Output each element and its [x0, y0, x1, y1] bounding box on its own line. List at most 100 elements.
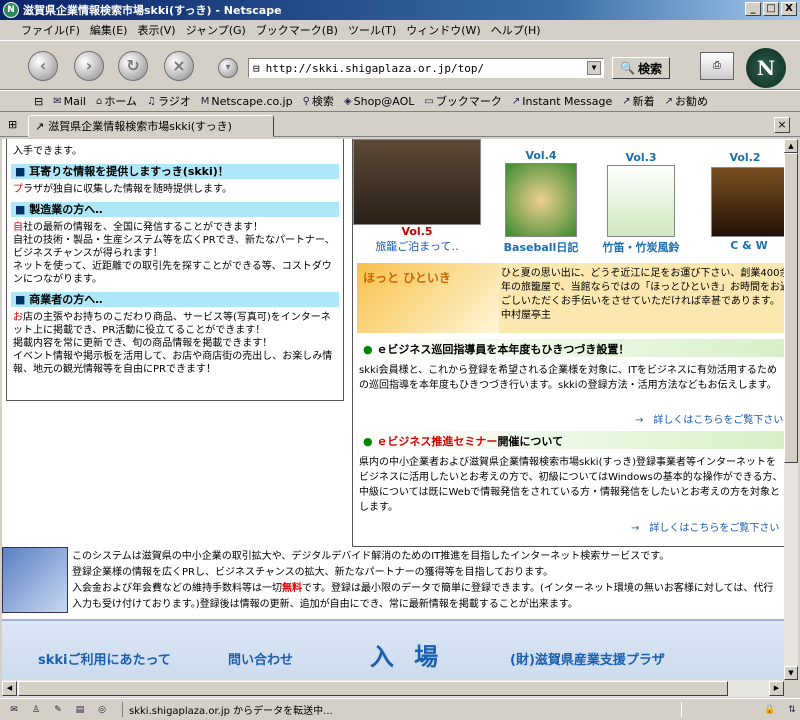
bookmark-radio[interactable]: ♫ ラジオ [142, 93, 196, 109]
more-link[interactable]: → 詳しくはこちらをご覧下さい [631, 519, 779, 534]
enter-button[interactable]: 入 場 [342, 639, 472, 677]
description-line: このシステムは滋賀県の中小企業の取引拡大や、デジタルデバイド解消のためのIT推進… [72, 551, 670, 562]
menu-help[interactable]: ヘルプ(H) [486, 22, 546, 38]
netscape-logo[interactable]: N [746, 48, 786, 88]
bookmark-netscape[interactable]: M Netscape.co.jp [196, 95, 298, 108]
online-icon[interactable]: ◎ [94, 703, 110, 717]
news-heading: ● ｅビジネス巡回指導員を本年度もひきつづき設置！ [357, 339, 784, 357]
bookmark-label: ホーム [104, 95, 137, 108]
contact-link[interactable]: 問い合わせ [228, 649, 293, 668]
print-icon[interactable]: ⎙ [700, 52, 734, 80]
magnifier-icon: 🔍 [620, 61, 635, 75]
mail-icon[interactable]: ✉ [6, 703, 22, 717]
home-icon: ⌂ [95, 95, 103, 107]
scroll-thumb[interactable] [784, 153, 798, 463]
baseball-photo[interactable] [505, 163, 577, 237]
my-icon: M [200, 95, 210, 107]
maximize-button[interactable]: □ [763, 2, 779, 16]
bookmark-label: お勧め [675, 95, 709, 108]
vol-number: Vol.5 [401, 225, 433, 238]
tab-active[interactable]: ↗ 滋賀県企業情報検索市場skki(すっき) [28, 115, 274, 137]
history-dropdown-icon[interactable]: ▾ [218, 58, 238, 78]
search-button[interactable]: 🔍 検索 [612, 57, 670, 79]
vol4-caption[interactable]: Baseball日記 [493, 239, 589, 255]
security-lock-icon[interactable]: 🔒 [762, 703, 778, 717]
menu-file[interactable]: ファイル(F) [16, 22, 85, 38]
lead-char: プ [13, 184, 23, 195]
country-western-photo[interactable] [711, 167, 784, 237]
vol4-label[interactable]: Vol.4 [501, 149, 581, 162]
title-bar: N 滋賀県企業情報検索市場skki(すっき) - Netscape _ □ X [0, 0, 800, 20]
menu-window[interactable]: ウィンドウ(W) [401, 22, 485, 38]
minimize-button[interactable]: _ [745, 2, 761, 16]
tab-title: 滋賀県企業情報検索市場skki(すっき) [48, 120, 232, 133]
menu-edit[interactable]: 編集(E) [85, 22, 133, 38]
bookmark-label: 検索 [311, 95, 334, 108]
section-text: 自社の最新の情報を、全国に発信することができます！ 自社の技術・製品・生産システ… [13, 221, 337, 286]
vol2-label[interactable]: Vol.2 [705, 151, 784, 164]
connection-icon: ⇅ [788, 704, 796, 715]
forward-icon[interactable]: › [74, 51, 104, 81]
stop-icon[interactable]: × [164, 51, 194, 81]
reload-icon[interactable]: ↻ [118, 51, 148, 81]
usage-link[interactable]: skkiご利用にあたって [38, 649, 171, 668]
scroll-left-icon[interactable]: ◀ [2, 681, 17, 696]
lead-char: お [13, 312, 23, 323]
vol3-caption[interactable]: 竹笛・竹炭風鈴 [591, 239, 691, 255]
toolbar-grip-icon[interactable]: ⊟ [0, 95, 48, 108]
back-icon[interactable]: ‹ [28, 51, 58, 81]
url-field[interactable]: ⊟ http://skki.shigaplaza.or.jp/top/ ▼ [248, 58, 604, 78]
scroll-down-icon[interactable]: ▼ [784, 666, 798, 680]
vol3-label[interactable]: Vol.3 [601, 151, 681, 164]
menu-view[interactable]: 表示(V) [132, 22, 180, 38]
window-title: 滋賀県企業情報検索市場skki(すっき) - Netscape [23, 4, 282, 17]
bookmark-mail[interactable]: ✉ Mail [48, 95, 91, 108]
menu-go[interactable]: ジャンプ(G) [181, 22, 251, 38]
link-icon: ↗ [511, 95, 521, 107]
more-link[interactable]: → 詳しくはこちらをご覧下さい [635, 411, 783, 426]
folder-icon: ▭ [424, 95, 434, 107]
site-description: このシステムは滋賀県の中小企業の取引拡大や、デジタルデバイド解消のためのIT推進… [2, 547, 784, 617]
vertical-scrollbar[interactable]: ▲ ▼ [784, 139, 798, 680]
url-dropdown-icon[interactable]: ▼ [587, 61, 601, 75]
section-title: 商業者の方へ‥ [29, 293, 103, 306]
link-icon: ↗ [622, 95, 631, 107]
bookmark-search[interactable]: ⚲ 検索 [298, 93, 339, 109]
horizontal-scrollbar[interactable]: ◀ ▶ [2, 680, 784, 697]
vol2-caption[interactable]: C & W [713, 239, 784, 252]
bookmark-recommend[interactable]: ↗ お勧め [660, 93, 713, 109]
bookmark-label: ブックマーク [435, 95, 502, 108]
org-link[interactable]: (財)滋賀県産業支援プラザ [510, 649, 665, 668]
vol-caption: 旅籠ご泊まって‥ [375, 240, 459, 253]
bookmark-im[interactable]: ↗ Instant Message [507, 95, 617, 108]
bookmark-shop[interactable]: ◈ Shop@AOL [339, 95, 420, 108]
vol5-label[interactable]: Vol.5 旅籠ご泊まって‥ [353, 225, 481, 254]
aim-icon[interactable]: ♙ [28, 703, 44, 717]
scroll-thumb[interactable] [18, 681, 728, 696]
menu-bookmarks[interactable]: ブックマーク(B) [251, 22, 343, 38]
hotto-logo: ほっと ひといき [357, 263, 499, 333]
close-button[interactable]: X [781, 2, 797, 16]
menu-tools[interactable]: ツール(T) [343, 22, 401, 38]
inn-photo[interactable] [353, 139, 481, 225]
composer-icon[interactable]: ✎ [50, 703, 66, 717]
bookmark-new[interactable]: ↗ 新着 [617, 93, 659, 109]
scroll-up-icon[interactable]: ▲ [784, 139, 798, 153]
close-tab-icon[interactable]: × [774, 117, 790, 133]
enter-label: 入 場 [369, 643, 445, 671]
new-tab-icon[interactable]: ⊞ [8, 118, 17, 131]
bookmark-label: Netscape.co.jp [211, 94, 293, 108]
bookmark-bookmarks[interactable]: ▭ ブックマーク [419, 93, 506, 109]
page-icon: ↗ [35, 119, 45, 133]
address-book-icon[interactable]: ▤ [72, 703, 88, 717]
news-body: skki会員様と、これから登録を希望される企業様を対象に、ITをビジネスに有効活… [359, 365, 777, 391]
description-line: 登録企業様の情報を広くPRし、ビジネスチャンスの拡大、新たなパートナーの獲得等を… [72, 567, 554, 578]
hotto-banner[interactable]: ほっと ひといき ひと夏の思い出に、どうぞ近江に足をお運び下さい、創業400余年… [357, 263, 784, 333]
url-text: http://skki.shigaplaza.or.jp/top/ [265, 61, 485, 75]
page-content: 入手できます。 ■ 耳寄りな情報を提供しますっき(skki)！ プラザが独自に収… [2, 139, 784, 697]
news-title: ｅビジネス巡回指導員を本年度もひきつづき設置！ [376, 343, 630, 356]
section-body: 店の主張やお持ちのこだわり商品、サービス等(写真可)をインターネット上に掲載でき… [13, 312, 333, 375]
bookmark-home[interactable]: ⌂ ホーム [91, 93, 142, 109]
scroll-right-icon[interactable]: ▶ [769, 681, 784, 696]
bamboo-photo[interactable] [607, 165, 675, 237]
